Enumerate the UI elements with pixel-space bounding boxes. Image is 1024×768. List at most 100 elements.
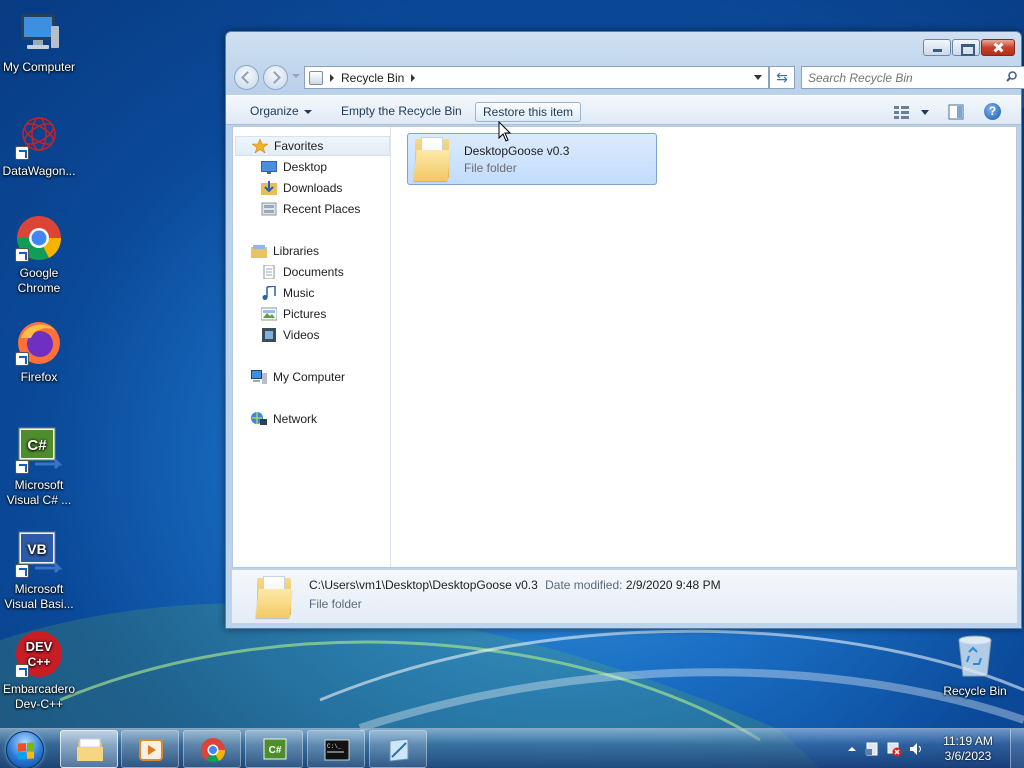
desktop-icon-label: Microsoft Visual C# ... <box>6 478 72 507</box>
nav-label: Music <box>283 286 315 300</box>
nav-pictures[interactable]: Pictures <box>261 304 326 324</box>
nav-recent-places[interactable]: Recent Places <box>261 199 360 219</box>
search-icon[interactable] <box>1006 71 1017 82</box>
desktop-icon-label: Recycle Bin <box>943 684 1007 698</box>
nav-network[interactable]: Network <box>251 409 317 429</box>
file-item-desktopgoose[interactable]: DesktopGoose v0.3 File folder <box>407 133 657 185</box>
details-modified-value: 2/9/2020 9:48 PM <box>625 578 721 592</box>
back-button[interactable] <box>234 65 259 90</box>
breadcrumb-separator-icon[interactable] <box>411 73 416 82</box>
details-pane: C:\Users\vm1\Desktop\DesktopGoose v0.3 D… <box>232 569 1017 623</box>
address-bar[interactable]: Recycle Bin <box>304 66 769 89</box>
svg-text:VB: VB <box>27 541 46 557</box>
desktop-icon-label: Firefox <box>20 370 58 384</box>
mouse-cursor-icon <box>498 121 512 142</box>
chrome-icon <box>15 214 63 262</box>
chevron-up-icon[interactable] <box>844 741 860 757</box>
nav-documents[interactable]: Documents <box>261 262 344 282</box>
nav-my-computer[interactable]: My Computer <box>251 367 345 387</box>
network-status-icon[interactable] <box>886 741 902 757</box>
maximize-button[interactable] <box>952 39 980 56</box>
datawagon-icon <box>15 112 63 160</box>
organize-button[interactable]: Organize <box>243 102 319 122</box>
nav-desktop[interactable]: Desktop <box>261 157 327 177</box>
details-path: C:\Users\vm1\Desktop\DesktopGoose v0.3 <box>309 578 538 592</box>
refresh-button[interactable]: ⇆ <box>769 66 795 89</box>
address-row: Recycle Bin ⇆ <box>234 64 1024 90</box>
search-input[interactable] <box>808 68 998 88</box>
nav-label: Libraries <box>273 244 320 258</box>
help-icon[interactable]: ? <box>984 103 1001 120</box>
taskbar-explorer[interactable] <box>60 730 118 768</box>
views-icon <box>894 106 929 119</box>
libraries-icon <box>251 245 267 258</box>
desktop-icon-recycle-bin[interactable]: Recycle Bin <box>936 632 1014 699</box>
desktop-icon-firefox[interactable]: Firefox <box>0 318 78 385</box>
desktop-icon-visual-basic[interactable]: VB Microsoft Visual Basi... <box>0 530 78 612</box>
empty-recycle-bin-button[interactable]: Empty the Recycle Bin <box>334 102 469 122</box>
organize-label: Organize <box>250 104 299 118</box>
start-button[interactable] <box>6 731 44 768</box>
desktop-icon <box>261 161 277 174</box>
chevron-down-icon <box>303 109 312 114</box>
chevron-down-icon[interactable] <box>754 75 762 80</box>
desktop-icon-datawagon[interactable]: DataWagon... <box>0 112 78 179</box>
nav-label: My Computer <box>273 370 346 384</box>
volume-icon[interactable] <box>908 741 924 757</box>
desktop-icon-label: Embarcadero Dev-C++ <box>2 682 76 711</box>
svg-text:C++: C++ <box>28 655 51 669</box>
computer-icon <box>251 370 267 384</box>
system-tray: 11:19 AM 3/6/2023 <box>834 729 1024 768</box>
taskbar-clock[interactable]: 11:19 AM 3/6/2023 <box>938 734 998 764</box>
action-center-icon[interactable] <box>864 741 880 757</box>
nav-downloads[interactable]: Downloads <box>261 178 342 198</box>
music-icon <box>262 286 276 300</box>
media-player-icon <box>139 739 163 761</box>
nav-favorites[interactable]: Favorites <box>235 136 390 156</box>
change-view-button[interactable] <box>893 104 931 123</box>
taskbar: C# C:\_ 11:19 AM 3/6/2023 <box>0 728 1024 768</box>
nav-label: Favorites <box>274 139 324 153</box>
taskbar-visual-csharp[interactable]: C# <box>245 730 303 768</box>
desktop-icon-label: My Computer <box>2 60 76 74</box>
taskbar-media-player[interactable] <box>121 730 179 768</box>
close-button[interactable] <box>981 39 1015 56</box>
visual-csharp-icon: C# <box>263 738 287 760</box>
breadcrumb-recycle-bin[interactable]: Recycle Bin <box>341 71 404 85</box>
folder-icon <box>413 137 451 181</box>
search-box[interactable] <box>801 66 1024 89</box>
windows-logo-icon <box>18 742 34 760</box>
desktop-icon-google-chrome[interactable]: Google Chrome <box>0 214 78 296</box>
refresh-icon: ⇆ <box>776 69 788 85</box>
desktop-icon-label: Google Chrome <box>17 266 61 295</box>
nav-label: Downloads <box>283 181 343 195</box>
recent-places-icon <box>261 202 277 216</box>
taskbar-chrome[interactable] <box>183 730 241 768</box>
breadcrumb-separator-icon[interactable] <box>330 73 334 82</box>
recent-pages-dropdown[interactable] <box>292 74 300 78</box>
taskbar-command-prompt[interactable]: C:\_ <box>307 730 365 768</box>
forward-button[interactable] <box>263 65 288 90</box>
nav-libraries[interactable]: Libraries <box>251 241 319 261</box>
preview-pane-icon <box>948 104 964 120</box>
file-item-name: DesktopGoose v0.3 <box>464 143 570 158</box>
file-list[interactable]: DesktopGoose v0.3 File folder <box>392 127 1016 567</box>
file-item-type: File folder <box>464 160 517 175</box>
window-controls <box>923 39 1015 56</box>
navigation-pane: Favorites Desktop Downloads Recent Place… <box>233 127 391 567</box>
desktop-icon-my-computer[interactable]: My Computer <box>0 8 78 75</box>
taskbar-notepad[interactable] <box>369 730 427 768</box>
devcpp-icon: DEV C++ <box>15 630 63 678</box>
nav-label: Desktop <box>283 160 328 174</box>
explorer-window[interactable]: Recycle Bin ⇆ Organize Empty the Recycle… <box>225 31 1024 629</box>
nav-music[interactable]: Music <box>261 283 314 303</box>
preview-pane-button[interactable] <box>948 104 964 123</box>
show-desktop-button[interactable] <box>1010 729 1024 768</box>
desktop-icon-devcpp[interactable]: DEV C++ Embarcadero Dev-C++ <box>0 630 78 712</box>
desktop-icon-visual-csharp[interactable]: C# Microsoft Visual C# ... <box>0 426 78 508</box>
cmd-icon: C:\_ <box>324 739 350 761</box>
minimize-button[interactable] <box>923 39 951 56</box>
chrome-icon <box>201 738 226 763</box>
restore-item-button[interactable]: Restore this item <box>475 102 582 122</box>
nav-videos[interactable]: Videos <box>261 325 319 345</box>
